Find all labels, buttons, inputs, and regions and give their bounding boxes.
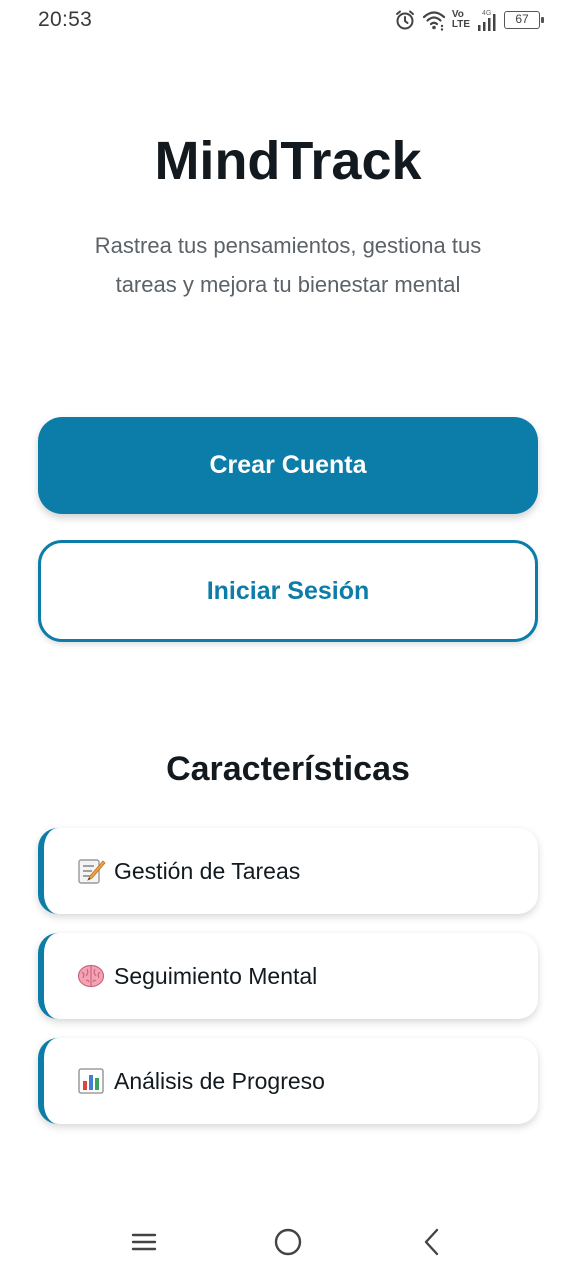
memo-icon — [76, 856, 106, 886]
back-icon[interactable] — [412, 1224, 452, 1260]
feature-card-mental[interactable]: Seguimiento Mental — [38, 933, 538, 1019]
bar-chart-icon — [76, 1066, 106, 1096]
welcome-screen: 20:53 Vo LTE 4G 67 MindTrack Rastrea tus… — [0, 0, 576, 1280]
status-bar: 20:53 Vo LTE 4G 67 — [0, 0, 576, 40]
app-title: MindTrack — [154, 131, 422, 191]
feature-label: Análisis de Progreso — [114, 1067, 325, 1094]
feature-card-progress[interactable]: Análisis de Progreso — [38, 1038, 538, 1124]
menu-icon[interactable] — [124, 1224, 164, 1260]
signal-icon: 4G — [476, 8, 496, 32]
system-nav-bar — [0, 1200, 576, 1280]
create-account-button[interactable]: Crear Cuenta — [38, 417, 538, 514]
feature-label: Seguimiento Mental — [114, 962, 318, 989]
status-time: 20:53 — [38, 8, 93, 31]
battery-icon: 67 — [504, 11, 544, 29]
features-title: Características — [166, 750, 410, 788]
feature-card-tasks[interactable]: Gestión de Tareas — [38, 828, 538, 914]
brain-icon — [76, 961, 106, 991]
svg-text:4G: 4G — [482, 10, 491, 17]
status-icons: Vo LTE 4G 67 — [394, 6, 544, 34]
home-icon[interactable] — [268, 1224, 308, 1260]
network-label: Vo LTE — [451, 9, 470, 30]
login-button[interactable]: Iniciar Sesión — [38, 540, 538, 642]
feature-label: Gestión de Tareas — [114, 857, 301, 884]
wifi-icon — [422, 9, 446, 31]
alarm-icon — [394, 9, 416, 31]
app-subtitle: Rastrea tus pensamientos, gestiona tus t… — [94, 233, 482, 297]
